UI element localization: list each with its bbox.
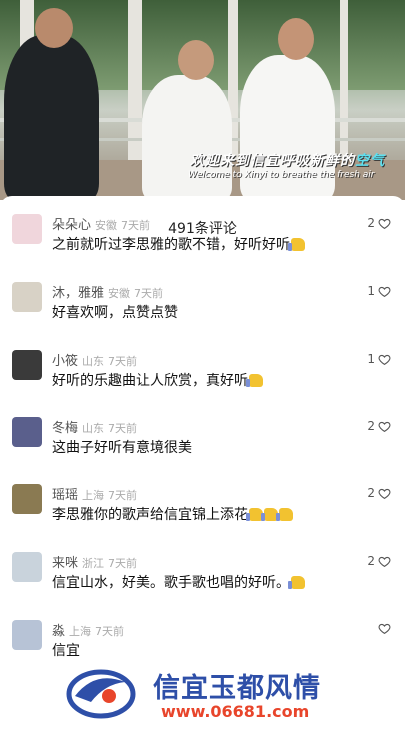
comment-item[interactable]: 小筱 山东 7天前好听的乐趣曲让人欣赏，真好听 1 xyxy=(0,350,405,410)
comment-like-count: 1 xyxy=(367,352,375,366)
user-avatar[interactable] xyxy=(12,620,42,650)
watermark-title: 信宜玉都风情 xyxy=(153,673,321,704)
comment-time: 7天前 xyxy=(134,287,164,300)
heart-outline-icon xyxy=(378,623,391,635)
comment-like-count: 1 xyxy=(367,284,375,298)
comment-username[interactable]: 朵朵心 xyxy=(52,218,91,233)
comment-location: 山东 xyxy=(82,355,105,368)
comment-like-button[interactable]: 2 xyxy=(367,486,391,500)
comment-author-line: 冬梅 山东 7天前 xyxy=(52,417,137,436)
video-caption-chinese: 欢迎来到信宜呼吸新鲜的空气 xyxy=(190,153,385,169)
comment-item[interactable]: 瑶瑶 上海 7天前李思雅你的歌声给信宜锦上添花 2 xyxy=(0,484,405,544)
comment-author-line: 瑶瑶 上海 7天前 xyxy=(52,484,137,503)
comment-location: 安徽 xyxy=(95,219,118,232)
video-caption-english: Welcome to Xinyi to breathe the fresh ai… xyxy=(188,170,375,180)
thumbs-up-emoji-icon xyxy=(276,508,293,521)
comment-author-line: 小筱 山东 7天前 xyxy=(52,350,137,369)
comment-item[interactable]: 来咪 浙江 7天前信宜山水，好美。歌手歌也唱的好听。 2 xyxy=(0,552,405,612)
comment-like-button[interactable]: 1 xyxy=(367,352,391,366)
comment-time: 7天前 xyxy=(108,355,138,368)
video-person-head xyxy=(35,8,73,48)
heart-outline-icon xyxy=(378,556,391,567)
thumbs-up-emoji-icon xyxy=(246,374,263,387)
comment-time: 7天前 xyxy=(108,422,138,435)
comment-item[interactable]: 沐，雅雅 安徽 7天前 好喜欢啊，点赞点赞 1 xyxy=(0,282,405,342)
comment-author-line: 朵朵心 安徽 7天前 xyxy=(52,214,150,233)
watermark-url: www.06681.com xyxy=(161,702,310,721)
user-avatar[interactable] xyxy=(12,552,42,582)
comment-username[interactable]: 来咪 xyxy=(52,556,78,571)
comment-like-button[interactable]: 2 xyxy=(367,554,391,568)
comment-location: 上海 xyxy=(69,625,92,638)
user-avatar[interactable] xyxy=(12,214,42,244)
video-person-head xyxy=(178,40,214,80)
comment-username[interactable]: 沐，雅雅 xyxy=(52,286,104,301)
comment-username[interactable]: 冬梅 xyxy=(52,421,78,436)
comment-location: 山东 xyxy=(82,422,105,435)
heart-outline-icon xyxy=(378,354,391,365)
comments-sheet: 491条评论 朵朵心 安徽 7天前 之前就听过李思雅的歌不错，好听好听 2 沐，雅雅 安徽 7… xyxy=(0,196,405,729)
comment-text-line: 之前就听过李思雅的歌不错，好听好听 xyxy=(52,234,305,254)
comment-text: 李思雅你的歌声给信宜锦上添花 xyxy=(52,507,248,523)
comment-like-count: 2 xyxy=(367,419,375,433)
comment-item[interactable]: 朵朵心 安徽 7天前之前就听过李思雅的歌不错，好听好听 2 xyxy=(0,214,405,274)
comment-time: 7天前 xyxy=(95,625,125,638)
comment-username[interactable]: 淼 xyxy=(52,624,65,639)
heart-outline-icon xyxy=(378,488,391,499)
comment-item[interactable]: 冬梅 山东 7天前这曲子好听有意境很美 2 xyxy=(0,417,405,477)
heart-outline-icon xyxy=(378,218,391,229)
comment-text-line: 李思雅你的歌声给信宜锦上添花 xyxy=(52,504,293,524)
user-avatar[interactable] xyxy=(12,350,42,380)
watermark-logo-icon xyxy=(66,669,136,719)
comment-text: 之前就听过李思雅的歌不错，好听好听 xyxy=(52,237,290,253)
comment-text-line: 信宜山水，好美。歌手歌也唱的好听。 xyxy=(52,572,305,592)
comment-time: 7天前 xyxy=(108,557,138,570)
comment-like-button[interactable]: 2 xyxy=(367,419,391,433)
comment-text-line: 信宜 xyxy=(52,640,80,660)
comment-author-line: 淼上海 7天前 xyxy=(52,620,124,639)
comment-like-count: 2 xyxy=(367,486,375,500)
thumbs-up-emoji-icon xyxy=(288,576,305,589)
heart-outline-icon xyxy=(378,286,391,297)
heart-outline-icon xyxy=(378,421,391,432)
comment-username[interactable]: 瑶瑶 xyxy=(52,488,78,503)
user-avatar[interactable] xyxy=(12,417,42,447)
comment-location: 上海 xyxy=(82,489,105,502)
site-watermark: 信宜玉都风情 www.06681.com xyxy=(65,662,405,729)
comment-like-button[interactable] xyxy=(375,622,391,635)
comment-text-line: 好喜欢啊，点赞点赞 xyxy=(52,302,178,322)
comment-like-button[interactable]: 2 xyxy=(367,216,391,230)
video-person xyxy=(142,75,232,200)
thumbs-up-emoji-icon xyxy=(288,238,305,251)
comment-time: 7天前 xyxy=(121,219,151,232)
comment-location: 安徽 xyxy=(108,287,131,300)
comment-text: 信宜 xyxy=(52,643,80,659)
comment-text: 信宜山水，好美。歌手歌也唱的好听。 xyxy=(52,575,290,591)
comment-like-count: 2 xyxy=(367,554,375,568)
comment-location: 浙江 xyxy=(82,557,105,570)
comment-text-line: 好听的乐趣曲让人欣赏，真好听 xyxy=(52,370,263,390)
comment-like-button[interactable]: 1 xyxy=(367,284,391,298)
user-avatar[interactable] xyxy=(12,484,42,514)
comment-text: 好喜欢啊，点赞点赞 xyxy=(52,305,178,321)
comment-author-line: 来咪 浙江 7天前 xyxy=(52,552,137,571)
video-person xyxy=(4,35,99,200)
comment-time: 7天前 xyxy=(108,489,138,502)
video-person-head xyxy=(278,18,314,60)
comment-text: 这曲子好听有意境很美 xyxy=(52,440,192,456)
comment-text: 好听的乐趣曲让人欣赏，真好听 xyxy=(52,373,248,389)
user-avatar[interactable] xyxy=(12,282,42,312)
comment-like-count: 2 xyxy=(367,216,375,230)
comment-text-line: 这曲子好听有意境很美 xyxy=(52,437,192,457)
comment-username[interactable]: 小筱 xyxy=(52,354,78,369)
comment-author-line: 沐，雅雅 安徽 7天前 xyxy=(52,282,163,301)
video-player[interactable]: 欢迎来到信宜呼吸新鲜的空气 Welcome to Xinyi to breath… xyxy=(0,0,405,200)
